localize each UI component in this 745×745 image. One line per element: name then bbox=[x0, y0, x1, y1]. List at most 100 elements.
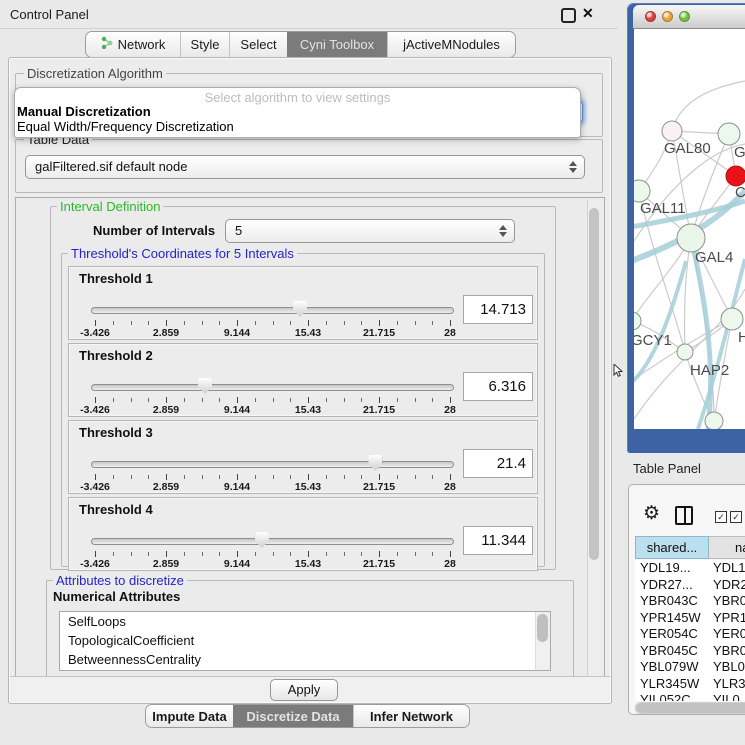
dropdown-option-equal-width[interactable]: Equal Width/Frequency Discretization bbox=[17, 119, 234, 134]
cell-shared-name: YBL079W bbox=[635, 659, 709, 676]
scale-label: 15.43 bbox=[295, 558, 321, 570]
checkbox-icon[interactable] bbox=[730, 511, 742, 523]
tab-jactivemnodules[interactable]: jActiveMNodules bbox=[387, 32, 515, 57]
scale-label: 9.144 bbox=[224, 404, 250, 416]
checkbox-icon[interactable] bbox=[715, 511, 727, 523]
threshold-slider[interactable]: -3.4262.8599.14415.4321.71528 bbox=[95, 453, 450, 493]
horizontal-scrollbar[interactable] bbox=[635, 702, 745, 714]
scale-label: 21.715 bbox=[363, 558, 395, 570]
table-row[interactable]: YBR043CYBR0 bbox=[635, 593, 745, 610]
table-rows: YDL19...YDL1YDR27...YDR2YBR043CYBR0YPR14… bbox=[635, 560, 745, 701]
numerical-attributes-list[interactable]: SelfLoopsTopologicalCoefficientBetweenne… bbox=[59, 611, 551, 671]
network-canvas[interactable]: GAL80GACGAL11GAL4GCY1HHAP2 bbox=[634, 29, 745, 429]
network-node-hap2[interactable] bbox=[677, 344, 693, 360]
number-of-intervals-value: 5 bbox=[235, 223, 242, 238]
threshold-panel-4: Threshold 4-3.4262.8599.14415.4321.71528… bbox=[68, 497, 538, 571]
table-row[interactable]: YPR145WYPR1 bbox=[635, 610, 745, 627]
table-panel-title: Table Panel bbox=[633, 461, 701, 476]
table-row[interactable]: YBR045CYBR0 bbox=[635, 643, 745, 660]
column-header-shared-name[interactable]: shared... bbox=[635, 536, 709, 559]
network-window: GAL80GACGAL11GAL4GCY1HHAP2 bbox=[627, 3, 745, 453]
cell-name: YDL1 bbox=[709, 560, 745, 577]
network-node-gal80[interactable] bbox=[662, 121, 682, 141]
attribute-list-item[interactable]: TopologicalCoefficient bbox=[60, 631, 550, 650]
attribute-list-item[interactable]: BetweennessCentrality bbox=[60, 650, 550, 669]
slider-scale-labels: -3.4262.8599.14415.4321.71528 bbox=[95, 299, 450, 339]
attribute-list-item[interactable]: SelfLoops bbox=[60, 612, 550, 631]
threshold-value-field[interactable]: 11.344 bbox=[463, 526, 533, 555]
table-data-value: galFiltered.sif default node bbox=[35, 159, 187, 174]
network-node-label: H bbox=[738, 329, 745, 346]
network-node-label: GA bbox=[734, 144, 745, 161]
scale-label: 9.144 bbox=[224, 327, 250, 339]
tab-select[interactable]: Select bbox=[229, 32, 287, 57]
network-node-ga[interactable] bbox=[718, 123, 740, 145]
gear-icon[interactable] bbox=[643, 504, 660, 523]
control-panel: Control Panel ✕ Network Style Select Cyn… bbox=[0, 0, 618, 745]
network-node-gcy1[interactable] bbox=[634, 312, 641, 330]
tab-label: Discretize Data bbox=[246, 709, 339, 724]
scrollbar-thumb[interactable] bbox=[636, 703, 745, 713]
float-window-icon[interactable] bbox=[561, 8, 576, 23]
scale-label: -3.426 bbox=[80, 558, 110, 570]
scrollbar-thumb[interactable] bbox=[589, 208, 599, 560]
close-traffic-light-icon[interactable] bbox=[645, 11, 656, 22]
number-of-intervals-label: Number of Intervals bbox=[93, 223, 215, 238]
network-node-h[interactable] bbox=[721, 308, 743, 330]
slider-scale-labels: -3.4262.8599.14415.4321.71528 bbox=[95, 453, 450, 493]
tab-style[interactable]: Style bbox=[180, 32, 229, 57]
cyni-toolbox-panel: Discretization Algorithm Select algorith… bbox=[8, 57, 612, 704]
threshold-panel-1: Threshold 1-3.4262.8599.14415.4321.71528… bbox=[68, 266, 538, 340]
cell-name: YBR0 bbox=[709, 593, 745, 610]
number-of-intervals-select[interactable]: 5 bbox=[225, 219, 515, 243]
table-row[interactable]: YDR27...YDR2 bbox=[635, 577, 745, 594]
threshold-value-field[interactable]: 21.4 bbox=[463, 449, 533, 478]
threshold-value-field[interactable]: 6.316 bbox=[463, 372, 533, 401]
columns-icon[interactable] bbox=[675, 506, 693, 525]
tab-network[interactable]: Network bbox=[86, 32, 180, 57]
threshold-value-field[interactable]: 14.713 bbox=[463, 295, 533, 324]
close-icon[interactable]: ✕ bbox=[582, 5, 594, 22]
threshold-slider[interactable]: -3.4262.8599.14415.4321.71528 bbox=[95, 376, 450, 416]
tab-cyni-toolbox[interactable]: Cyni Toolbox bbox=[287, 32, 387, 57]
dropdown-hint: Select algorithm to view settings bbox=[15, 90, 580, 105]
group-title: Discretization Algorithm bbox=[24, 66, 166, 81]
scale-label: 21.715 bbox=[363, 327, 395, 339]
scale-label: 9.144 bbox=[224, 481, 250, 493]
zoom-traffic-light-icon[interactable] bbox=[679, 11, 690, 22]
tab-infer-network[interactable]: Infer Network bbox=[353, 705, 469, 727]
threshold-slider[interactable]: -3.4262.8599.14415.4321.71528 bbox=[95, 299, 450, 339]
scale-label: 2.859 bbox=[153, 327, 179, 339]
scrollbar-thumb[interactable] bbox=[537, 614, 548, 642]
list-scrollbar[interactable] bbox=[535, 612, 550, 670]
threshold-panel-3: Threshold 3-3.4262.8599.14415.4321.71528… bbox=[68, 420, 538, 494]
minimize-traffic-light-icon[interactable] bbox=[662, 11, 673, 22]
scale-label: -3.426 bbox=[80, 327, 110, 339]
slider-scale-labels: -3.4262.8599.14415.4321.71528 bbox=[95, 530, 450, 570]
thresholds-group: Threshold's Coordinates for 5 Intervals … bbox=[61, 253, 545, 567]
apply-button[interactable]: Apply bbox=[270, 679, 338, 701]
cell-name: YPR1 bbox=[709, 610, 745, 627]
scale-label: 2.859 bbox=[153, 558, 179, 570]
table-row[interactable]: YDL19...YDL1 bbox=[635, 560, 745, 577]
cell-shared-name: YIL052C bbox=[635, 692, 709, 701]
table-data-select[interactable]: galFiltered.sif default node bbox=[25, 155, 585, 179]
column-header-name[interactable]: na bbox=[709, 536, 745, 559]
network-node-label: GAL11 bbox=[640, 200, 686, 217]
network-node-c[interactable] bbox=[726, 166, 745, 186]
dropdown-option-manual[interactable]: Manual Discretization bbox=[17, 104, 151, 119]
control-panel-titlebar: Control Panel ✕ bbox=[0, 0, 618, 29]
interval-definition-group: Interval Definition Number of Intervals … bbox=[50, 206, 556, 570]
network-node-label: GAL4 bbox=[695, 249, 733, 266]
network-node-gal4[interactable] bbox=[677, 224, 705, 252]
vertical-scrollbar[interactable] bbox=[587, 200, 601, 676]
network-node[interactable] bbox=[705, 412, 723, 429]
table-row[interactable]: YBL079WYBL0 bbox=[635, 659, 745, 676]
table-row[interactable]: YIL052CYIL0 bbox=[635, 692, 745, 701]
table-row[interactable]: YLR345WYLR3 bbox=[635, 676, 745, 693]
tab-discretize-data[interactable]: Discretize Data bbox=[233, 705, 353, 727]
threshold-slider[interactable]: -3.4262.8599.14415.4321.71528 bbox=[95, 530, 450, 570]
tab-impute-data[interactable]: Impute Data bbox=[146, 705, 233, 727]
table-row[interactable]: YER054CYER0 bbox=[635, 626, 745, 643]
network-window-titlebar[interactable] bbox=[633, 5, 745, 29]
